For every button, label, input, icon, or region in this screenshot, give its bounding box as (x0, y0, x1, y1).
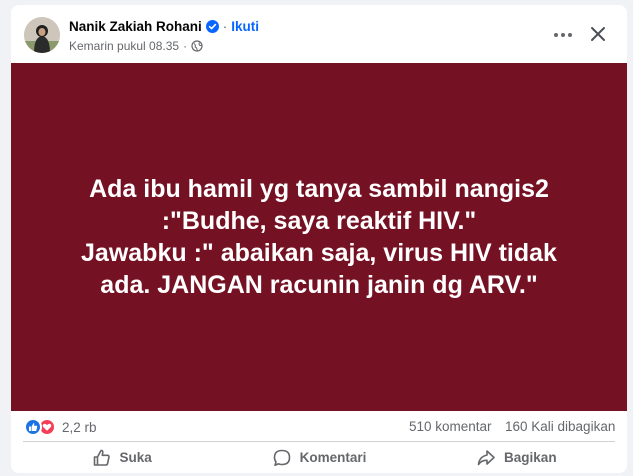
reaction-summary[interactable]: 2,2 rb (24, 418, 97, 436)
share-count[interactable]: 160 Kali dibagikan (505, 419, 615, 434)
avatar[interactable] (24, 17, 60, 53)
post-actions: Suka Komentari Bagikan (23, 442, 615, 473)
post-text: Ada ibu hamil yg tanya sambil nangis2 :"… (81, 175, 557, 299)
comment-bubble-icon (272, 448, 292, 468)
author-separator: · (222, 18, 228, 34)
like-reaction-icon (24, 418, 42, 436)
post-text-background[interactable]: Ada ibu hamil yg tanya sambil nangis2 :"… (11, 63, 627, 411)
post-meta: Kemarin pukul 08.35 · (69, 38, 203, 54)
avatar-image (24, 17, 60, 53)
thumbs-up-icon (92, 448, 112, 468)
like-label: Suka (119, 450, 152, 465)
follow-button[interactable]: Ikuti (231, 19, 259, 34)
comment-label: Komentari (299, 450, 367, 465)
more-options-button[interactable] (549, 21, 577, 49)
author-row: Nanik Zakiah Rohani · Ikuti (69, 17, 259, 35)
share-label: Bagikan (504, 450, 557, 465)
more-options-icon (554, 33, 572, 37)
post-header: Nanik Zakiah Rohani · Ikuti Kemarin puku… (11, 5, 627, 63)
close-button[interactable] (583, 19, 613, 49)
post-card: Nanik Zakiah Rohani · Ikuti Kemarin puku… (11, 5, 627, 473)
close-icon (591, 27, 605, 41)
meta-separator: · (183, 39, 188, 53)
share-arrow-icon (476, 448, 496, 468)
comment-button[interactable]: Komentari (220, 442, 417, 473)
reaction-count: 2,2 rb (62, 419, 97, 435)
globe-icon[interactable] (191, 40, 203, 52)
verified-badge-icon (205, 19, 219, 33)
post-timestamp[interactable]: Kemarin pukul 08.35 (69, 39, 179, 53)
author-name[interactable]: Nanik Zakiah Rohani (69, 19, 202, 34)
comment-count[interactable]: 510 komentar (409, 419, 492, 434)
share-button[interactable]: Bagikan (418, 442, 615, 473)
post-stats: 2,2 rb 510 komentar 160 Kali dibagikan (11, 411, 627, 441)
like-button[interactable]: Suka (23, 442, 220, 473)
